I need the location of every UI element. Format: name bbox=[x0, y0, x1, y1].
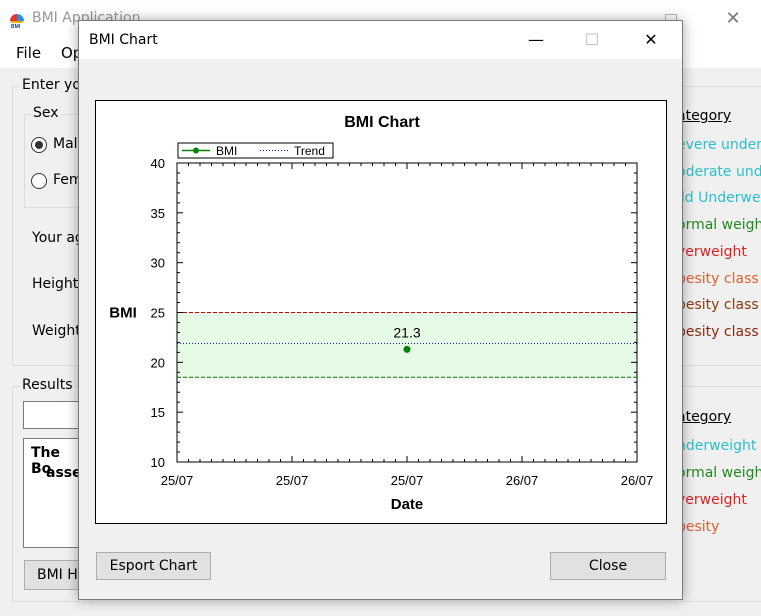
y-tick-label: 25 bbox=[151, 306, 165, 321]
bmi-chart: BMI Chart BMI Trend 10 15 20 25 30 35 40 25/07 2… bbox=[109, 114, 654, 513]
category-title-1: ategory bbox=[677, 108, 732, 124]
maximize-icon: ☐ bbox=[584, 30, 600, 49]
y-axis-label: BMI bbox=[109, 305, 137, 322]
chart-panel: BMI Chart BMI Trend 10 15 20 25 30 35 40 25/07 2… bbox=[95, 100, 667, 524]
chart-legend: BMI Trend bbox=[177, 142, 334, 159]
bmi-chart-dialog: BMI Chart — ☐ ✕ BMI Chart BMI Trend 10 15 2… bbox=[78, 20, 683, 600]
sex-group-label: Sex bbox=[31, 105, 61, 121]
bmi-data-point[interactable] bbox=[403, 345, 411, 353]
male-radio[interactable] bbox=[31, 137, 47, 153]
x-tick-label: 26/07 bbox=[506, 473, 539, 488]
y-tick-label: 15 bbox=[151, 405, 165, 420]
x-tick-label: 26/07 bbox=[621, 473, 654, 488]
legend-trend-label: Trend bbox=[294, 144, 325, 158]
svg-text:BMI: BMI bbox=[11, 24, 21, 29]
result-value-box bbox=[23, 401, 80, 429]
x-tick-label: 25/07 bbox=[161, 473, 194, 488]
close-icon: ✕ bbox=[644, 30, 658, 49]
category-item: ormal weigh bbox=[677, 217, 761, 234]
normal-range-band bbox=[177, 312, 637, 378]
age-label: Your ag bbox=[32, 230, 84, 246]
y-tick-label: 20 bbox=[151, 355, 165, 370]
sex-groupbox bbox=[24, 114, 80, 208]
app-logo-icon: BMI bbox=[10, 14, 24, 29]
results-group-label: Results bbox=[20, 377, 75, 393]
bmi-data-label: 21.3 bbox=[393, 324, 420, 340]
menu-file[interactable]: File bbox=[16, 44, 41, 62]
category-item: ormal weigh bbox=[677, 465, 761, 481]
male-label: Mal bbox=[53, 136, 78, 152]
y-tick-label: 35 bbox=[151, 206, 165, 221]
category-item: besity bbox=[677, 519, 720, 535]
y-tick-label: 40 bbox=[151, 156, 165, 171]
category-item: besity class 2 bbox=[677, 297, 761, 314]
category-item: evere underw bbox=[677, 137, 761, 153]
close-window-button[interactable]: ✕ bbox=[628, 21, 674, 59]
maximize-button[interactable]: ☐ bbox=[569, 21, 615, 59]
export-chart-button[interactable]: Esport Chart bbox=[96, 552, 211, 580]
category-item: verweight bbox=[677, 492, 747, 508]
legend-bmi-marker bbox=[193, 147, 199, 154]
y-tick-label: 30 bbox=[151, 256, 165, 271]
legend-bmi-label: BMI bbox=[216, 144, 237, 158]
main-close-button[interactable]: ✕ bbox=[718, 6, 748, 32]
category-item: besity class 3 bbox=[677, 323, 761, 340]
y-tick-label: 10 bbox=[151, 455, 165, 470]
category-item: ild Underwe bbox=[677, 190, 761, 207]
minimize-button[interactable]: — bbox=[513, 21, 559, 59]
weight-label: Weight bbox=[32, 323, 81, 339]
x-tick-label: 25/07 bbox=[276, 473, 309, 488]
female-radio[interactable] bbox=[31, 173, 47, 189]
bmi-history-button[interactable]: BMI H bbox=[24, 560, 80, 590]
category-item: verweight bbox=[677, 243, 747, 260]
dialog-titlebar: BMI Chart — ☐ ✕ bbox=[79, 21, 682, 59]
category-item: besity class 1 bbox=[677, 270, 761, 287]
result-text-box: The Bo asses bbox=[23, 438, 90, 548]
x-tick-label: 25/07 bbox=[391, 473, 424, 488]
minimize-icon: — bbox=[528, 30, 544, 49]
close-button[interactable]: Close bbox=[550, 552, 666, 580]
dialog-title: BMI Chart bbox=[89, 32, 158, 48]
category-title-2: ategory bbox=[677, 409, 732, 425]
category-item: oderate und bbox=[677, 163, 761, 180]
x-axis-label: Date bbox=[391, 496, 424, 513]
bmi-history-button-label: BMI H bbox=[37, 567, 78, 583]
category-item: nderweight bbox=[677, 438, 757, 454]
chart-title: BMI Chart bbox=[344, 114, 420, 131]
height-label: Height bbox=[32, 276, 79, 292]
